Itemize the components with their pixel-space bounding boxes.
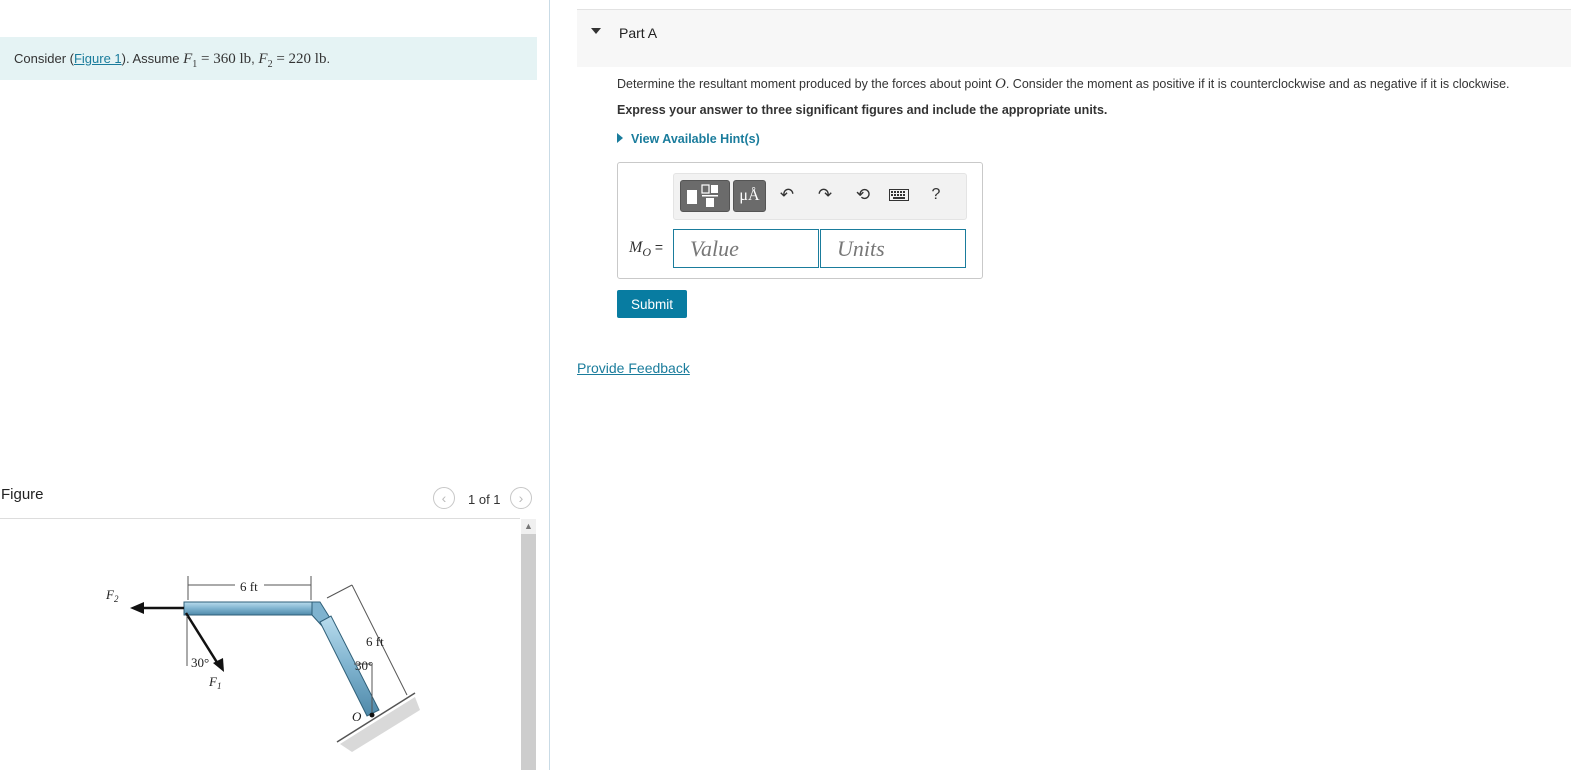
view-hints-link[interactable]: View Available Hint(s) <box>617 132 760 146</box>
part-header[interactable] <box>577 10 1571 67</box>
symbols-button[interactable]: μÅ <box>733 180 766 212</box>
figure-pager-text: 1 of 1 <box>468 492 501 507</box>
keyboard-icon[interactable] <box>888 184 910 206</box>
figure-scrollbar-thumb[interactable] <box>521 534 536 770</box>
figure-diagram: 6 ft 6 ft 30° 30° F2 F1 O <box>105 576 420 752</box>
help-icon[interactable]: ? <box>925 184 947 206</box>
force-f2-arrow <box>130 602 184 614</box>
undo-icon[interactable]: ↶ <box>776 184 798 206</box>
problem-prefix: Consider ( <box>14 51 74 66</box>
chevron-right-icon[interactable]: › <box>510 487 532 509</box>
chevron-left-icon[interactable]: ‹ <box>433 487 455 509</box>
label-dim-top: 6 ft <box>240 579 258 594</box>
reset-icon[interactable]: ⟲ <box>852 184 874 206</box>
figure-divider <box>0 518 520 519</box>
submit-button[interactable]: Submit <box>617 290 687 318</box>
question-text: Determine the resultant moment produced … <box>617 76 1510 92</box>
label-dim-slant: 6 ft <box>366 634 384 649</box>
f2-value: F2 = 220 lb <box>258 51 327 70</box>
caret-right-icon <box>617 133 623 143</box>
value-input[interactable] <box>673 229 819 268</box>
redo-icon[interactable]: ↷ <box>814 184 836 206</box>
figure-title: Figure <box>1 486 44 503</box>
pipe-horizontal <box>183 601 315 616</box>
panel-divider <box>549 0 550 770</box>
point-o-marker <box>369 712 375 718</box>
problem-suffix: ). Assume <box>121 51 184 66</box>
units-input[interactable] <box>820 229 966 268</box>
left-panel: Consider (Figure 1). Assume F1 = 360 lb,… <box>0 0 550 770</box>
f1-value: F1 = 360 lb <box>183 51 252 70</box>
provide-feedback-link[interactable]: Provide Feedback <box>577 360 690 376</box>
scroll-up-icon[interactable]: ▲ <box>521 519 536 533</box>
label-angle-right: 30° <box>355 658 373 673</box>
problem-statement: Consider (Figure 1). Assume F1 = 360 lb,… <box>0 37 537 80</box>
math-toolbar: μÅ ↶ ↷ ⟲ ? <box>673 173 967 220</box>
label-f2: F2 <box>105 587 119 604</box>
answer-instruction: Express your answer to three significant… <box>617 103 1108 117</box>
label-point-o: O <box>352 709 362 724</box>
templates-icon[interactable] <box>680 180 730 212</box>
figure-link[interactable]: Figure 1 <box>74 51 122 66</box>
label-f1: F1 <box>208 674 221 691</box>
ground-support <box>336 692 420 752</box>
caret-down-icon[interactable] <box>591 28 601 34</box>
answer-label: MO = <box>629 239 664 259</box>
part-title[interactable]: Part A <box>619 25 657 41</box>
problem-end: . <box>326 51 331 66</box>
label-angle-left: 30° <box>191 655 209 670</box>
